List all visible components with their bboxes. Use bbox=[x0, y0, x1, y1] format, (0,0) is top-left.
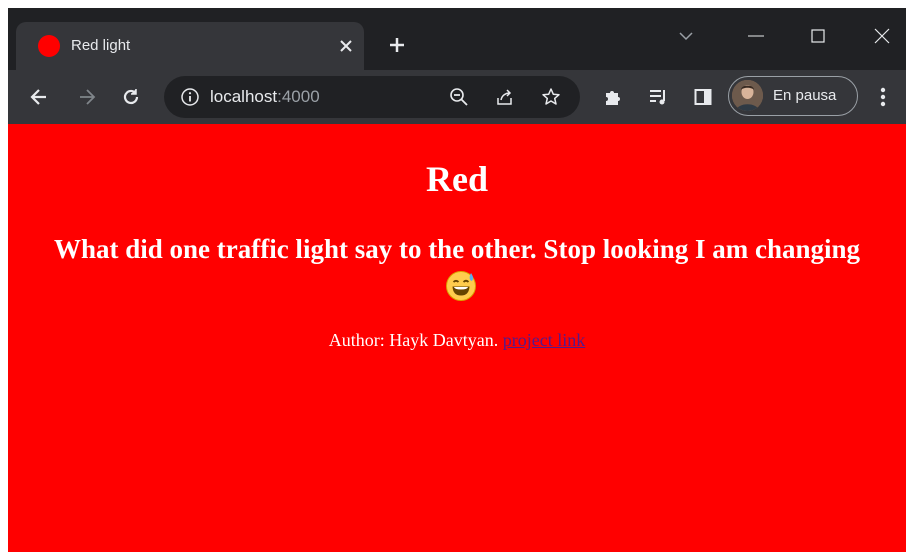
browser-window: Red light localhost:4000 En pausa Red Wh… bbox=[8, 8, 906, 552]
maximize-icon[interactable] bbox=[798, 22, 838, 50]
minimize-icon[interactable] bbox=[736, 22, 776, 50]
grinning-sweat-emoji-icon bbox=[445, 270, 477, 302]
project-link[interactable]: project link bbox=[503, 330, 585, 350]
joke-heading: What did one traffic light say to the ot… bbox=[53, 230, 861, 306]
close-window-icon[interactable] bbox=[862, 22, 902, 50]
avatar bbox=[732, 80, 763, 111]
zoom-out-icon[interactable] bbox=[448, 86, 470, 108]
favicon-icon bbox=[38, 35, 60, 57]
author-text: Author: Hayk Davtyan. bbox=[328, 330, 499, 350]
reload-icon[interactable] bbox=[116, 82, 146, 112]
author-line: Author: Hayk Davtyan. project link bbox=[8, 329, 906, 351]
profile-button[interactable]: En pausa bbox=[728, 76, 858, 116]
address-bar[interactable]: localhost:4000 bbox=[164, 76, 580, 118]
profile-label: En pausa bbox=[773, 87, 837, 104]
tab-close-icon[interactable] bbox=[334, 34, 358, 58]
share-icon[interactable] bbox=[494, 86, 516, 108]
back-icon[interactable] bbox=[24, 82, 54, 112]
joke-text: What did one traffic light say to the ot… bbox=[53, 234, 861, 264]
reading-list-icon[interactable] bbox=[644, 82, 674, 112]
side-panel-icon[interactable] bbox=[688, 82, 718, 112]
extensions-icon[interactable] bbox=[598, 82, 628, 112]
url-port: :4000 bbox=[277, 87, 320, 106]
bookmark-star-icon[interactable] bbox=[540, 86, 562, 108]
browser-tab[interactable]: Red light bbox=[16, 22, 364, 70]
more-menu-icon[interactable] bbox=[868, 82, 898, 112]
page-content: Red What did one traffic light say to th… bbox=[8, 124, 906, 552]
page-title: Red bbox=[426, 159, 488, 199]
browser-toolbar: localhost:4000 En pausa bbox=[8, 70, 906, 124]
url-host: localhost bbox=[210, 87, 278, 106]
title-bar: Red light bbox=[8, 8, 906, 70]
url-text: localhost:4000 bbox=[210, 86, 320, 108]
tab-search-icon[interactable] bbox=[666, 22, 706, 50]
tab-title: Red light bbox=[71, 37, 131, 54]
info-icon[interactable] bbox=[180, 87, 200, 107]
forward-icon[interactable] bbox=[72, 82, 102, 112]
new-tab-icon[interactable] bbox=[382, 30, 412, 60]
